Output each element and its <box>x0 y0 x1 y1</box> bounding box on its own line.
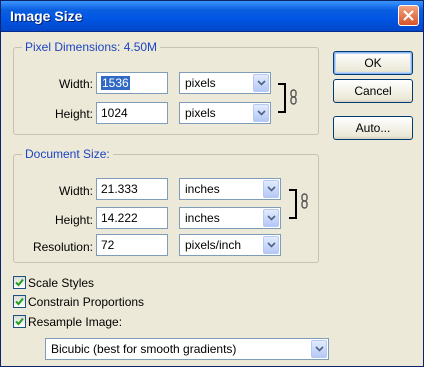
doc-height-value: 14.222 <box>101 211 138 225</box>
doc-height-input[interactable]: 14.222 <box>96 207 168 229</box>
dropdown-arrow[interactable] <box>263 180 279 198</box>
resample-image-label: Resample Image: <box>28 315 123 329</box>
chevron-down-icon <box>267 215 276 221</box>
constrain-proportions-label: Constrain Proportions <box>28 295 145 309</box>
doc-width-label: Width: <box>58 184 93 198</box>
image-size-dialog: Image Size Pixel Dimensions: 4.50M Width… <box>0 0 424 367</box>
checkmark-icon <box>15 278 24 287</box>
pixel-height-value: 1024 <box>101 106 128 120</box>
chain-link-icon <box>301 193 308 209</box>
dropdown-arrow[interactable] <box>253 104 269 122</box>
resolution-unit-select[interactable]: pixels/inch <box>179 234 281 256</box>
close-button[interactable] <box>398 5 419 26</box>
cancel-button[interactable]: Cancel <box>333 79 413 103</box>
pixel-link-bracket <box>278 83 286 113</box>
doc-height-unit-select[interactable]: inches <box>179 207 281 229</box>
pixel-dimensions-title: Pixel Dimensions: 4.50M <box>22 40 161 54</box>
resample-method-select[interactable]: Bicubic (best for smooth gradients) <box>45 338 329 360</box>
resample-method-value: Bicubic (best for smooth gradients) <box>51 342 237 356</box>
pixel-width-value: 1536 <box>101 76 130 90</box>
doc-width-input[interactable]: 21.333 <box>96 178 168 200</box>
checkmark-icon <box>15 297 24 306</box>
chevron-down-icon <box>267 242 276 248</box>
pixel-height-label: Height: <box>54 107 93 121</box>
scale-styles-checkbox[interactable] <box>13 276 26 289</box>
chevron-down-icon <box>257 110 266 116</box>
ok-button[interactable]: OK <box>333 51 413 75</box>
close-icon <box>403 10 414 21</box>
auto-button[interactable]: Auto... <box>333 116 413 140</box>
chain-link-icon <box>290 89 297 105</box>
checkmark-icon <box>15 317 24 326</box>
pixel-width-unit-select[interactable]: pixels <box>179 72 271 94</box>
pixel-height-unit: pixels <box>185 106 216 120</box>
chevron-down-icon <box>315 346 324 352</box>
constrain-proportions-checkbox[interactable] <box>13 295 26 308</box>
chevron-down-icon <box>257 80 266 86</box>
dropdown-arrow[interactable] <box>253 74 269 92</box>
doc-height-label: Height: <box>54 213 93 227</box>
doc-height-unit: inches <box>185 211 220 225</box>
dropdown-arrow[interactable] <box>311 340 327 358</box>
document-size-title: Document Size: <box>22 147 113 161</box>
pixel-width-input[interactable]: 1536 <box>96 72 168 94</box>
pixel-width-unit: pixels <box>185 76 216 90</box>
resolution-value: 72 <box>101 238 115 252</box>
chevron-down-icon <box>267 186 276 192</box>
resample-image-checkbox[interactable] <box>13 315 26 328</box>
pixel-height-unit-select[interactable]: pixels <box>179 102 271 124</box>
pixel-height-input[interactable]: 1024 <box>96 102 168 124</box>
scale-styles-label: Scale Styles <box>28 276 95 290</box>
doc-link-bracket <box>289 189 297 219</box>
doc-width-unit: inches <box>185 182 220 196</box>
window-title: Image Size <box>10 8 83 24</box>
dropdown-arrow[interactable] <box>263 236 279 254</box>
resolution-input[interactable]: 72 <box>96 234 168 256</box>
pixel-width-label: Width: <box>58 77 93 91</box>
doc-width-unit-select[interactable]: inches <box>179 178 281 200</box>
title-bar[interactable]: Image Size <box>1 1 423 32</box>
resolution-unit: pixels/inch <box>185 238 242 252</box>
doc-width-value: 21.333 <box>101 182 138 196</box>
resolution-label: Resolution: <box>32 240 93 254</box>
dropdown-arrow[interactable] <box>263 209 279 227</box>
